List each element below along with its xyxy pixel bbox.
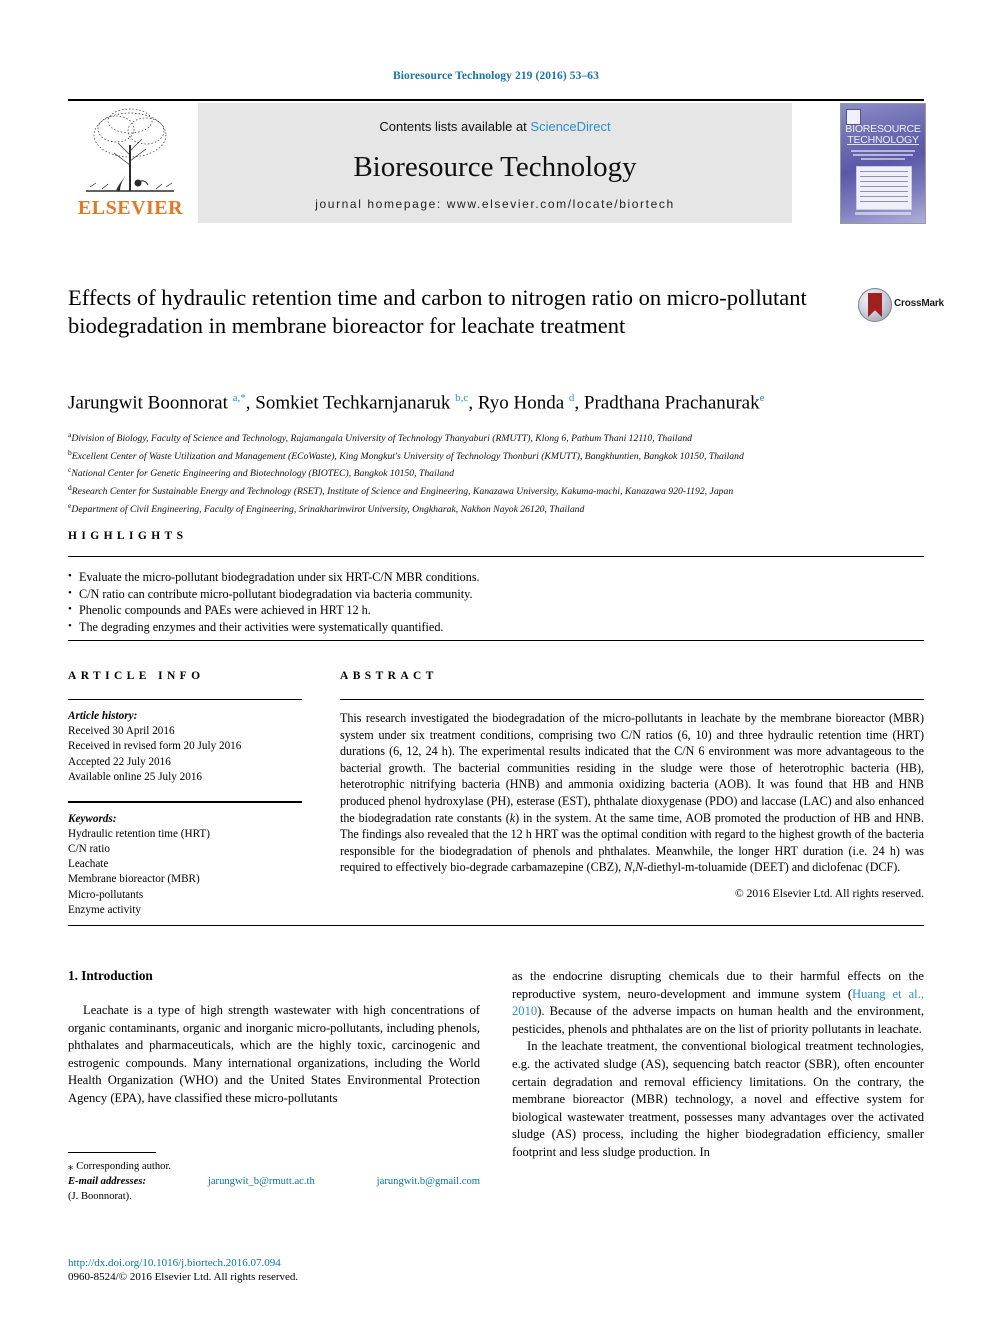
highlights-section: HIGHLIGHTS Evaluate the micro-pollutant … — [68, 530, 924, 635]
abstract-part-1: This research investigated the biodegrad… — [340, 711, 924, 825]
abstract-copyright: © 2016 Elsevier Ltd. All rights reserved… — [734, 886, 924, 900]
contents-available-line: Contents lists available at ScienceDirec… — [198, 119, 792, 134]
keyword-item: Membrane bioreactor (MBR) — [68, 873, 200, 886]
crossmark-badge[interactable]: CrossMark — [858, 288, 944, 322]
keyword-item: C/N ratio — [68, 843, 110, 856]
article-info-label: ARTICLE INFO — [68, 670, 205, 682]
cover-figure-icon — [856, 166, 912, 210]
intro-paragraph-right-continued: as the endocrine disrupting chemicals du… — [512, 968, 924, 1038]
intro-paragraph-right-2: In the leachate treatment, the conventio… — [512, 1039, 924, 1159]
article-info-rule — [68, 699, 302, 700]
highlight-item: The degrading enzymes and their activiti… — [68, 618, 924, 636]
affiliation-text: Excellent Center of Waste Utilization an… — [71, 450, 744, 462]
abstract-text: This research investigated the biodegrad… — [340, 710, 924, 876]
abstract-label: ABSTRACT — [340, 670, 438, 682]
elsevier-wordmark: ELSEVIER — [77, 197, 184, 219]
body-column-right: as the endocrine disrupting chemicals du… — [512, 968, 924, 1162]
crossmark-bookmark-icon — [868, 293, 882, 317]
article-history-item: Available online 25 July 2016 — [68, 770, 203, 783]
article-history-label: Article history: — [68, 710, 138, 722]
doi-link[interactable]: http://dx.doi.org/10.1016/j.biortech.201… — [68, 1256, 480, 1270]
cover-footer-bar — [855, 212, 911, 215]
keyword-item: Enzyme activity — [68, 903, 142, 916]
journal-title: Bioresource Technology — [353, 151, 637, 183]
cover-subtitle-lines — [849, 148, 917, 160]
keyword-item: Micro-pollutants — [68, 888, 144, 901]
article-history-item: Received 30 April 2016 — [68, 725, 175, 738]
corresponding-author-text: Corresponding author. — [76, 1161, 172, 1173]
crossmark-label: CrossMark — [894, 298, 944, 309]
affiliation-item: aDivision of Biology, Faculty of Science… — [68, 428, 948, 446]
highlights-rule — [68, 556, 924, 557]
elsevier-tree-icon — [86, 108, 174, 192]
email-addresses-line: E-mail addresses: jarungwit_b@rmutt.ac.t… — [68, 1175, 480, 1190]
affiliation-item: eDepartment of Civil Engineering, Facult… — [68, 499, 948, 517]
journal-cover-thumbnail[interactable]: BIORESOURCE TECHNOLOGY — [840, 103, 926, 224]
abstract-section: ABSTRACT This research investigated the … — [340, 666, 924, 900]
abstract-part-3: -diethyl-m-toluamide (DEET) and diclofen… — [643, 860, 901, 875]
footnote-rule — [68, 1152, 156, 1154]
article-info-section: ARTICLE INFO Article history: Received 3… — [68, 666, 302, 918]
highlights-label: HIGHLIGHTS — [68, 530, 188, 542]
crossmark-circle-icon — [858, 288, 892, 322]
affiliation-text: Research Center for Sustainable Energy a… — [71, 486, 734, 498]
article-history-item: Accepted 22 July 2016 — [68, 755, 171, 768]
page-title: Effects of hydraulic retention time and … — [68, 285, 807, 338]
journal-homepage-link[interactable]: journal homepage: www.elsevier.com/locat… — [198, 197, 792, 211]
footer-doi-block: http://dx.doi.org/10.1016/j.biortech.201… — [68, 1256, 480, 1285]
masthead-top-rule — [68, 99, 924, 101]
elsevier-logo: ELSEVIER — [68, 103, 193, 223]
author-list: Jarungwit Boonnorat a,*, Somkiet Techkar… — [68, 392, 765, 414]
abstract-bottom-rule — [68, 925, 924, 926]
email-link-secondary[interactable]: jarungwit.b@gmail.com — [377, 1175, 480, 1190]
sciencedirect-link[interactable]: ScienceDirect — [530, 119, 610, 134]
journal-masthead: ELSEVIER Contents lists available at Sci… — [68, 99, 926, 224]
email-author-attribution: (J. Boonnorat). — [68, 1190, 132, 1202]
abstract-rule — [340, 699, 924, 700]
affiliation-item: dResearch Center for Sustainable Energy … — [68, 481, 948, 499]
intro-right-text-b: ). Because of the adverse impacts on hum… — [512, 1004, 924, 1036]
highlights-list: Evaluate the micro-pollutant biodegradat… — [68, 568, 924, 636]
footnote-block: ⁎ Corresponding author. E-mail addresses:… — [68, 1152, 480, 1204]
introduction-heading: 1. Introduction — [68, 968, 153, 983]
keywords-rule — [68, 801, 302, 803]
intro-paragraph-left: Leachate is a type of high strength wast… — [68, 1003, 480, 1105]
keyword-item: Hydraulic retention time (HRT) — [68, 827, 210, 840]
paper-page: Bioresource Technology 219 (2016) 53–63 — [0, 0, 992, 1323]
cover-divider — [847, 144, 919, 145]
keywords-group: Keywords: Hydraulic retention time (HRT)… — [68, 812, 302, 918]
contents-prefix: Contents lists available at — [379, 119, 531, 134]
affiliation-list: aDivision of Biology, Faculty of Science… — [68, 428, 948, 516]
keywords-label: Keywords: — [68, 812, 117, 825]
asterisk-icon: ⁎ — [68, 1161, 74, 1173]
affiliation-item: cNational Center for Genetic Engineering… — [68, 463, 948, 481]
abstract-nn-symbol: N,N — [624, 860, 644, 875]
affiliation-text: Division of Biology, Faculty of Science … — [71, 433, 693, 445]
affiliation-item: bExcellent Center of Waste Utilization a… — [68, 446, 948, 464]
article-history-item: Received in revised form 20 July 2016 — [68, 740, 242, 753]
issn-copyright-line: 0960-8524/© 2016 Elsevier Ltd. All right… — [68, 1271, 299, 1283]
email-label: E-mail addresses: — [68, 1175, 146, 1187]
masthead-center-panel: Contents lists available at ScienceDirec… — [198, 103, 792, 223]
corresponding-author-note: ⁎ Corresponding author. — [68, 1160, 480, 1175]
title-block: Effects of hydraulic retention time and … — [68, 284, 848, 340]
email-link-primary[interactable]: jarungwit_b@rmutt.ac.th — [208, 1175, 315, 1190]
running-head: Bioresource Technology 219 (2016) 53–63 — [392, 70, 599, 82]
highlight-item: C/N ratio can contribute micro-pollutant… — [68, 585, 924, 603]
body-column-left: 1. Introduction Leachate is a type of hi… — [68, 968, 480, 1108]
keyword-item: Leachate — [68, 858, 109, 871]
highlights-bottom-rule — [68, 640, 924, 641]
affiliation-text: Department of Civil Engineering, Faculty… — [71, 503, 585, 515]
cover-title: BIORESOURCE TECHNOLOGY — [841, 124, 925, 145]
highlight-item: Phenolic compounds and PAEs were achieve… — [68, 601, 924, 619]
affiliation-text: National Center for Genetic Engineering … — [71, 468, 454, 480]
highlight-item: Evaluate the micro-pollutant biodegradat… — [68, 568, 924, 586]
article-history-group: Article history: Received 30 April 2016 … — [68, 709, 302, 785]
